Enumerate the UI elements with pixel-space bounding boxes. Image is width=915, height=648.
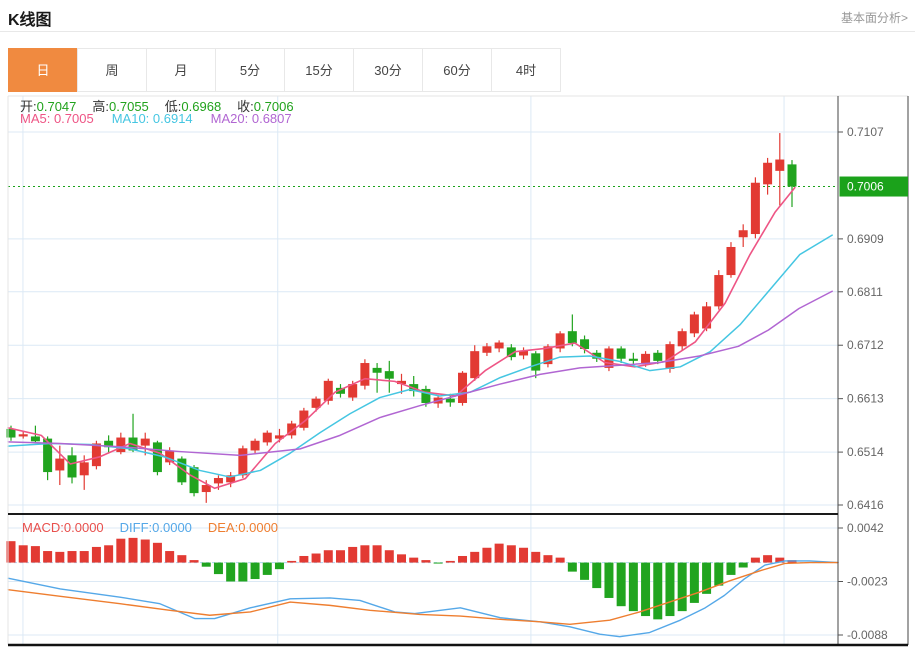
svg-text:0.6613: 0.6613	[847, 392, 884, 406]
macd-row: MACD:0.0000 DIFF:0.0000 DEA:0.0000	[22, 520, 294, 535]
macd-axis-labels: 0.0042 -0.0023 -0.0088	[838, 521, 888, 642]
tab-30分[interactable]: 30分	[353, 48, 423, 92]
fundamental-analysis-link[interactable]: 基本面分析>	[841, 9, 908, 26]
dea-value: DEA:0.0000	[207, 520, 279, 535]
dea-line	[7, 561, 839, 625]
ma-row: MA5: 0.7005 MA10: 0.6914 MA20: 0.6807	[20, 111, 310, 126]
ma5-line	[7, 186, 796, 490]
tab-日[interactable]: 日	[8, 48, 78, 92]
ma20-value: MA20: 0.6807	[210, 111, 292, 126]
tab-周[interactable]: 周	[77, 48, 147, 92]
ma5-value: MA5: 0.7005	[20, 111, 94, 126]
svg-text:0.6811: 0.6811	[847, 285, 883, 299]
gridlines	[8, 96, 838, 645]
tab-5分[interactable]: 5分	[215, 48, 285, 92]
macd-histogram	[6, 537, 797, 620]
svg-text:0.7006: 0.7006	[847, 180, 884, 194]
svg-text:-0.0023: -0.0023	[847, 575, 888, 589]
svg-text:-0.0088: -0.0088	[847, 628, 888, 642]
tab-4时[interactable]: 4时	[491, 48, 561, 92]
diff-line	[7, 560, 839, 638]
svg-text:0.6514: 0.6514	[847, 445, 884, 459]
ma10-value: MA10: 0.6914	[111, 111, 193, 126]
tab-月[interactable]: 月	[146, 48, 216, 92]
svg-text:0.6909: 0.6909	[847, 232, 884, 246]
current-price-label: 0.7006	[839, 176, 908, 197]
svg-text:0.7107: 0.7107	[847, 125, 884, 139]
tab-15分[interactable]: 15分	[284, 48, 354, 92]
svg-text:0.6712: 0.6712	[847, 338, 884, 352]
svg-text:0.6416: 0.6416	[847, 498, 884, 512]
tab-60分[interactable]: 60分	[422, 48, 492, 92]
svg-text:0.0042: 0.0042	[847, 521, 884, 535]
period-tabbar: 日周月 5分 15分 30分 60分 4时	[8, 48, 561, 92]
page-title: K线图	[8, 12, 52, 29]
diff-value: DIFF:0.0000	[119, 520, 192, 535]
macd-value: MACD:0.0000	[22, 520, 104, 535]
